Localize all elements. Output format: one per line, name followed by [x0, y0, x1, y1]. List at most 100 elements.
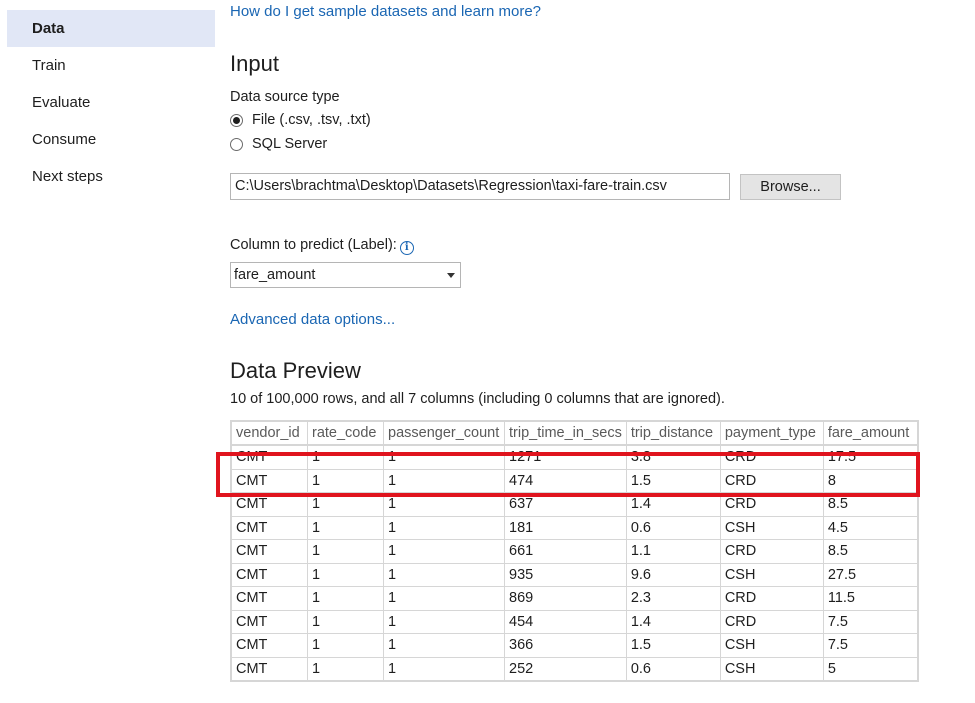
- radio-file-label: File (.csv, .tsv, .txt): [252, 112, 371, 128]
- table-row[interactable]: CMT 1 1 252 0.6 CSH 5: [230, 656, 919, 682]
- table-cell: 1: [383, 633, 505, 658]
- table-row[interactable]: CMT 1 1 454 1.4 CRD 7.5: [230, 609, 919, 634]
- table-cell: CMT: [230, 515, 308, 540]
- table-cell: CMT: [230, 609, 308, 634]
- data-preview-table: vendor_id rate_code passenger_count trip…: [230, 420, 919, 682]
- table-cell: 4.5: [822, 515, 919, 540]
- file-path-input[interactable]: C:\Users\brachtma\Desktop\Datasets\Regre…: [230, 173, 730, 200]
- sidebar-item-next-steps[interactable]: Next steps: [7, 158, 215, 195]
- table-cell: 9.6: [625, 562, 721, 587]
- table-cell: 252: [504, 656, 627, 682]
- table-cell: CMT: [230, 492, 308, 517]
- table-cell: 181: [504, 515, 627, 540]
- table-cell: 7.5: [822, 609, 919, 634]
- table-cell: CRD: [719, 539, 824, 564]
- table-cell: CMT: [230, 633, 308, 658]
- column-header-trip-time[interactable]: trip_time_in_secs: [504, 420, 627, 446]
- table-cell: 8.5: [822, 539, 919, 564]
- table-cell: CRD: [719, 609, 824, 634]
- table-cell: 1: [383, 609, 505, 634]
- sidebar-item-evaluate[interactable]: Evaluate: [7, 84, 215, 121]
- radio-sql-button[interactable]: [230, 137, 243, 151]
- browse-button[interactable]: Browse...: [740, 174, 841, 200]
- table-cell: 2.3: [625, 586, 721, 611]
- table-row[interactable]: CMT 1 1 474 1.5 CRD 8: [230, 468, 919, 493]
- column-header-payment-type[interactable]: payment_type: [719, 420, 824, 446]
- table-cell: CRD: [719, 586, 824, 611]
- table-cell: 869: [504, 586, 627, 611]
- advanced-data-options-link[interactable]: Advanced data options...: [230, 311, 395, 328]
- column-header-vendor-id[interactable]: vendor_id: [230, 420, 308, 446]
- table-cell: 11.5: [822, 586, 919, 611]
- column-header-rate-code[interactable]: rate_code: [307, 420, 384, 446]
- column-header-passenger-count[interactable]: passenger_count: [383, 420, 505, 446]
- table-row[interactable]: CMT 1 1 935 9.6 CSH 27.5: [230, 562, 919, 587]
- table-cell: 0.6: [625, 515, 721, 540]
- table-cell: CSH: [719, 633, 824, 658]
- table-cell: 1: [383, 586, 505, 611]
- table-cell: 1: [307, 515, 384, 540]
- table-cell: 1.4: [625, 609, 721, 634]
- table-cell: 1: [307, 656, 384, 682]
- table-cell: CMT: [230, 562, 308, 587]
- column-to-predict-label: Column to predict (Label): i: [230, 237, 414, 255]
- table-cell: CRD: [719, 444, 824, 470]
- sidebar-item-train[interactable]: Train: [7, 47, 215, 84]
- table-cell: 27.5: [822, 562, 919, 587]
- table-cell: 1: [383, 444, 505, 470]
- column-header-trip-distance[interactable]: trip_distance: [625, 420, 721, 446]
- column-to-predict-dropdown[interactable]: fare_amount: [230, 262, 461, 288]
- radio-file-button[interactable]: [230, 113, 243, 127]
- table-header-row: vendor_id rate_code passenger_count trip…: [230, 420, 919, 446]
- table-cell: CMT: [230, 586, 308, 611]
- table-row[interactable]: CMT 1 1 181 0.6 CSH 4.5: [230, 515, 919, 540]
- table-cell: 5: [822, 656, 919, 682]
- table-cell: 1: [383, 656, 505, 682]
- column-header-fare-amount[interactable]: fare_amount: [822, 420, 919, 446]
- table-cell: 1.5: [625, 633, 721, 658]
- table-cell: 1: [383, 515, 505, 540]
- table-cell: 1: [307, 633, 384, 658]
- table-cell: CMT: [230, 444, 308, 470]
- table-cell: CSH: [719, 515, 824, 540]
- data-preview-summary: 10 of 100,000 rows, and all 7 columns (i…: [230, 391, 725, 407]
- sidebar-item-data[interactable]: Data: [7, 10, 215, 47]
- table-cell: CRD: [719, 492, 824, 517]
- radio-file-option[interactable]: File (.csv, .tsv, .txt): [230, 112, 371, 128]
- radio-sql-label: SQL Server: [252, 136, 328, 152]
- table-cell: 1: [383, 492, 505, 517]
- table-cell: 1: [383, 468, 505, 493]
- table-row[interactable]: CMT 1 1 869 2.3 CRD 11.5: [230, 586, 919, 611]
- table-row[interactable]: CMT 1 1 661 1.1 CRD 8.5: [230, 539, 919, 564]
- table-cell: 1: [307, 586, 384, 611]
- info-icon[interactable]: i: [399, 241, 414, 255]
- table-cell: 474: [504, 468, 627, 493]
- table-cell: CSH: [719, 656, 824, 682]
- table-cell: 3.8: [625, 444, 721, 470]
- table-cell: CMT: [230, 539, 308, 564]
- table-row[interactable]: CMT 1 1 1271 3.8 CRD 17.5: [230, 444, 919, 470]
- data-source-type-label: Data source type: [230, 89, 340, 105]
- table-row[interactable]: CMT 1 1 366 1.5 CSH 7.5: [230, 633, 919, 658]
- table-cell: 8.5: [822, 492, 919, 517]
- table-cell: 1: [307, 492, 384, 517]
- table-cell: 17.5: [822, 444, 919, 470]
- data-preview-title: Data Preview: [230, 358, 361, 383]
- table-cell: 366: [504, 633, 627, 658]
- sample-datasets-link[interactable]: How do I get sample datasets and learn m…: [230, 3, 541, 20]
- radio-sql-option[interactable]: SQL Server: [230, 136, 327, 152]
- table-cell: 1.4: [625, 492, 721, 517]
- table-cell: 7.5: [822, 633, 919, 658]
- model-builder-data-page: Data Train Evaluate Consume Next steps H…: [0, 0, 975, 703]
- chevron-down-icon: [447, 273, 455, 278]
- table-cell: CMT: [230, 468, 308, 493]
- table-cell: 8: [822, 468, 919, 493]
- table-row[interactable]: CMT 1 1 637 1.4 CRD 8.5: [230, 492, 919, 517]
- table-cell: 454: [504, 609, 627, 634]
- table-cell: CMT: [230, 656, 308, 682]
- sidebar-item-consume[interactable]: Consume: [7, 121, 215, 158]
- table-cell: 1: [307, 562, 384, 587]
- table-cell: 637: [504, 492, 627, 517]
- input-section-title: Input: [230, 51, 279, 76]
- table-cell: 1: [307, 609, 384, 634]
